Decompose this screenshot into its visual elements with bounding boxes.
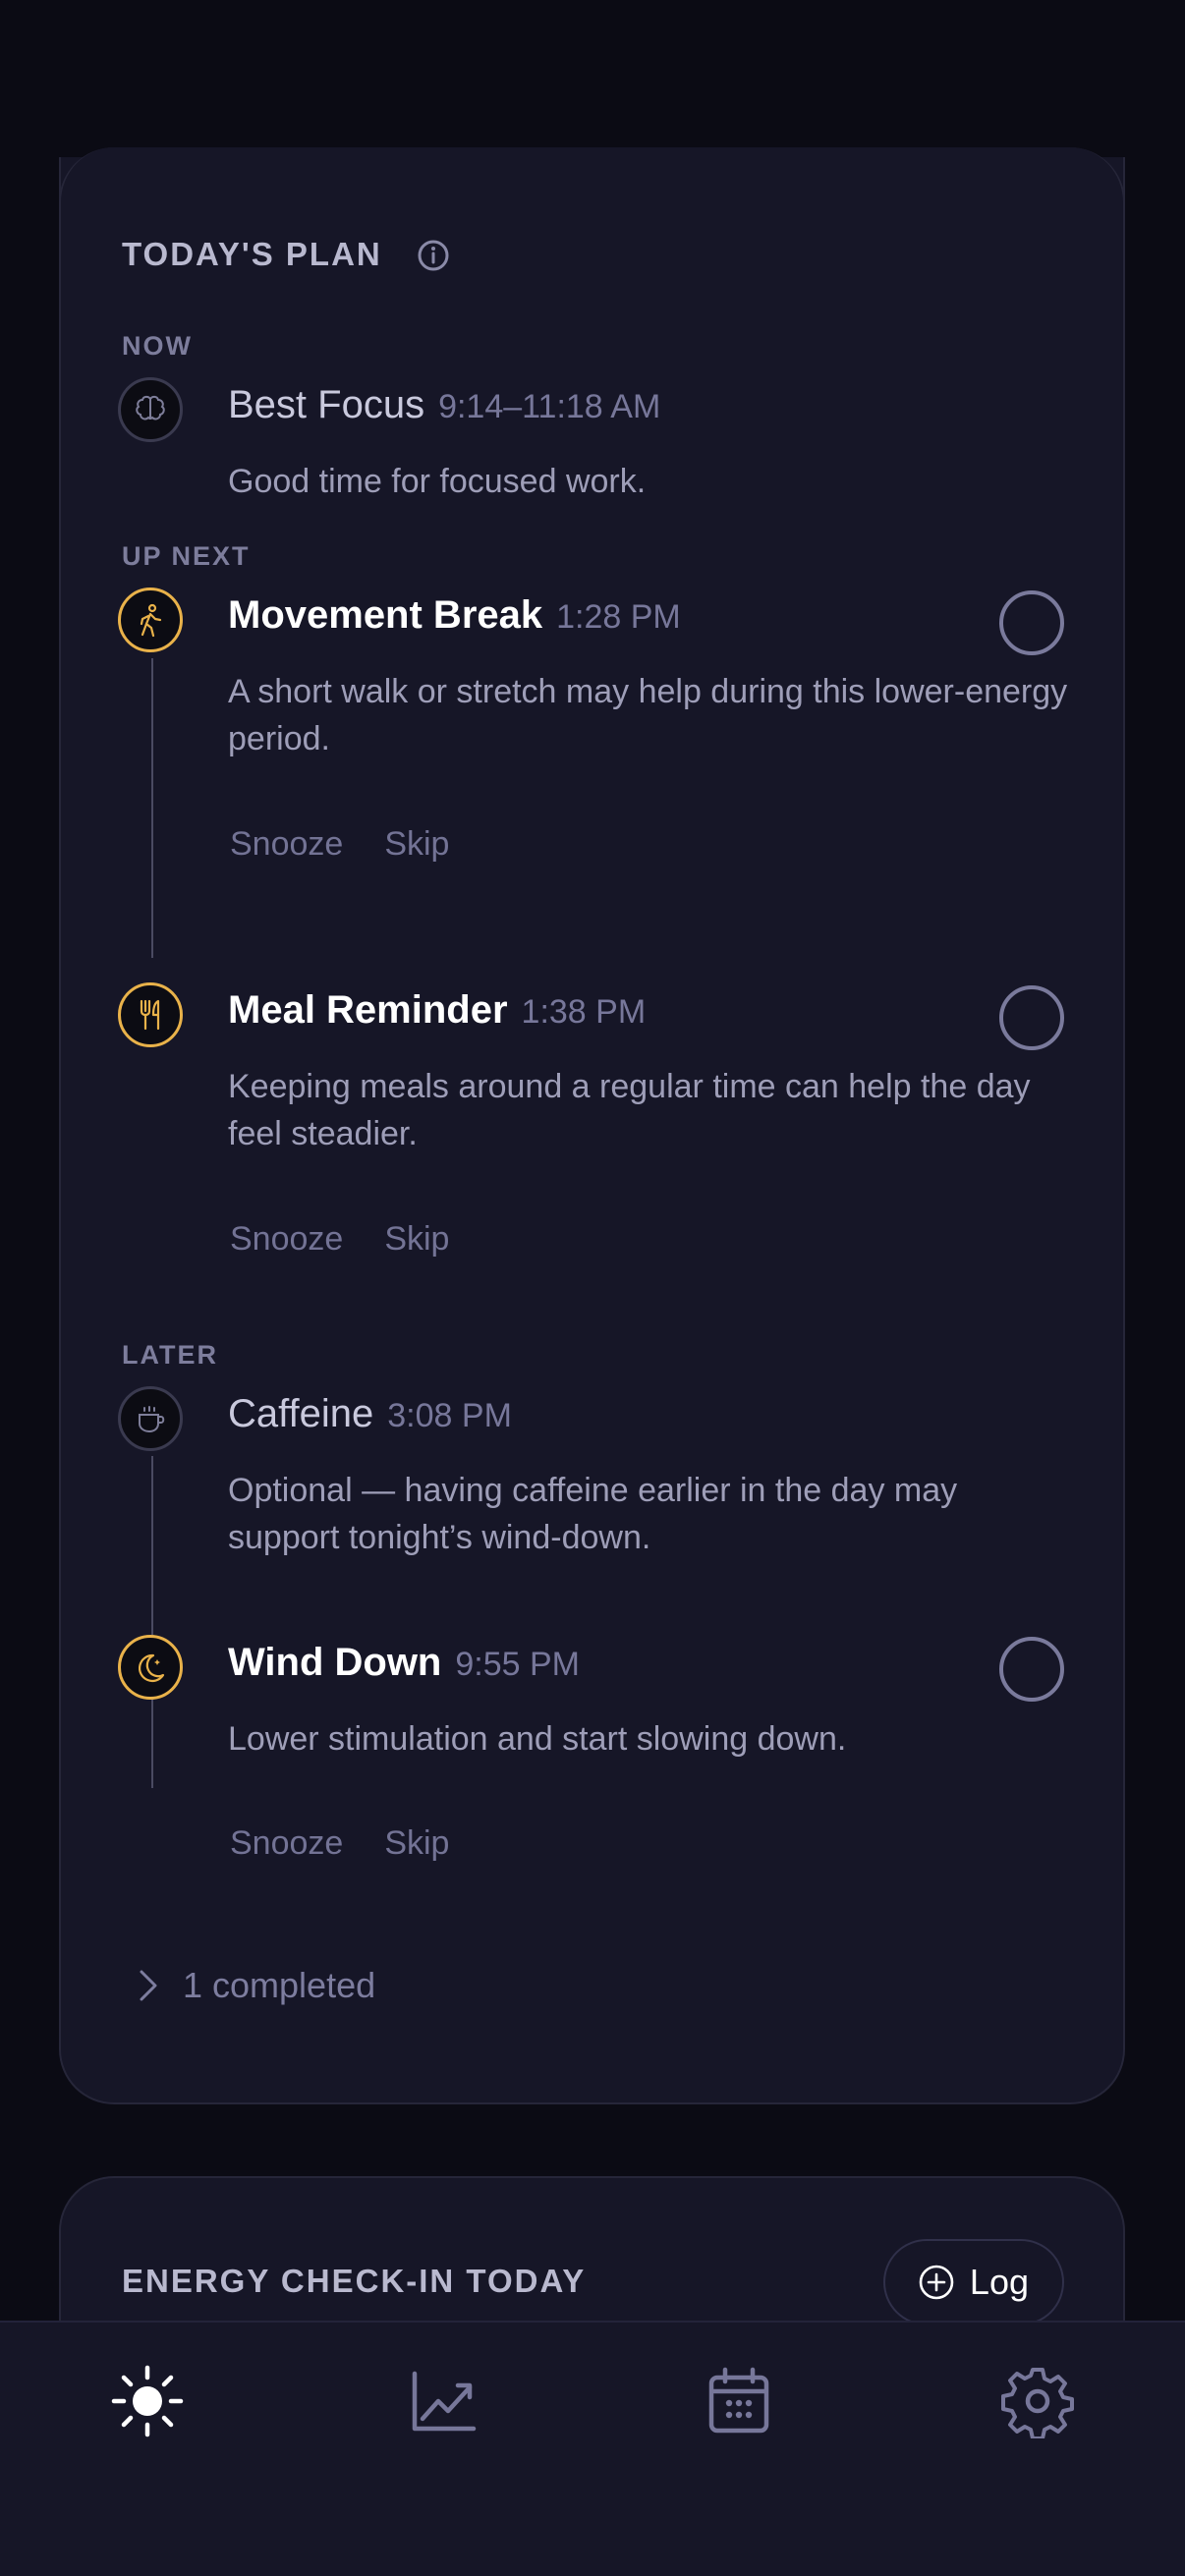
log-button[interactable]: Log [882,2239,1064,2325]
todays-plan-card: TODAY'S PLAN NOW Best Focus 9:14–11:18 AM… [59,147,1125,2104]
item-description: Optional — having caffeine earlier in th… [228,1472,958,1556]
info-icon[interactable] [417,239,450,272]
item-title-meal-reminder: Meal Reminder 1:38 PM [228,988,647,1032]
calendar-icon [708,2367,769,2434]
item-title-best-focus: Best Focus 9:14–11:18 AM [228,383,661,426]
item-description: Good time for focused work. [228,463,647,500]
tab-today[interactable] [108,2362,187,2440]
section-label-up-next: UP NEXT [122,541,251,571]
snooze-button[interactable]: Snooze [230,1220,343,1259]
complete-checkbox[interactable] [999,590,1064,655]
section-label-later: LATER [122,1340,218,1370]
item-description: A short walk or stretch may help during … [228,673,1068,757]
sun-icon [111,2365,184,2437]
skip-button[interactable]: Skip [384,1220,449,1259]
item-title-caffeine: Caffeine 3:08 PM [228,1392,512,1435]
skip-button[interactable]: Skip [384,825,449,864]
timeline-connector [151,1456,153,1788]
today-screen: TODAY'S PLAN NOW Best Focus 9:14–11:18 AM… [0,0,1185,2576]
timeline-connector [151,658,153,958]
item-time: 1:38 PM [521,993,647,1031]
tab-settings[interactable] [998,2362,1077,2440]
tab-calendar[interactable] [700,2362,778,2440]
item-time: 9:14–11:18 AM [438,388,661,425]
section-label-now: NOW [122,331,193,361]
trend-chart-icon [412,2371,477,2432]
item-actions: Snooze Skip [230,1220,449,1259]
plan-title: TODAY'S PLAN [122,236,382,272]
tab-trends[interactable] [405,2362,483,2440]
skip-button[interactable]: Skip [384,1824,449,1863]
item-time: 1:28 PM [556,598,681,636]
item-description: Keeping meals around a regular time can … [228,1068,1031,1152]
log-label: Log [969,2262,1029,2302]
walking-person-icon [118,588,183,652]
brain-icon [118,377,183,442]
coffee-cup-icon [118,1386,183,1451]
moon-icon [118,1635,183,1700]
utensils-icon [118,982,183,1047]
item-time: 3:08 PM [387,1397,512,1434]
tab-bar [0,2321,1185,2576]
item-description: Lower stimulation and start slowing down… [228,1720,847,1758]
completed-toggle[interactable]: 1 completed [132,1965,375,2006]
item-title-wind-down: Wind Down 9:55 PM [228,1641,580,1684]
plus-circle-icon [919,2265,954,2300]
gear-icon [1001,2368,1074,2438]
snooze-button[interactable]: Snooze [230,825,343,864]
complete-checkbox[interactable] [999,1637,1064,1702]
item-title-movement-break: Movement Break 1:28 PM [228,593,681,637]
snooze-button[interactable]: Snooze [230,1824,343,1863]
item-actions: Snooze Skip [230,825,449,864]
complete-checkbox[interactable] [999,985,1064,1050]
completed-count: 1 completed [183,1965,376,2005]
chevron-right-icon [140,1970,157,2001]
item-time: 9:55 PM [455,1646,580,1683]
energy-title: ENERGY CHECK-IN TODAY [122,2263,587,2299]
item-actions: Snooze Skip [230,1824,449,1863]
